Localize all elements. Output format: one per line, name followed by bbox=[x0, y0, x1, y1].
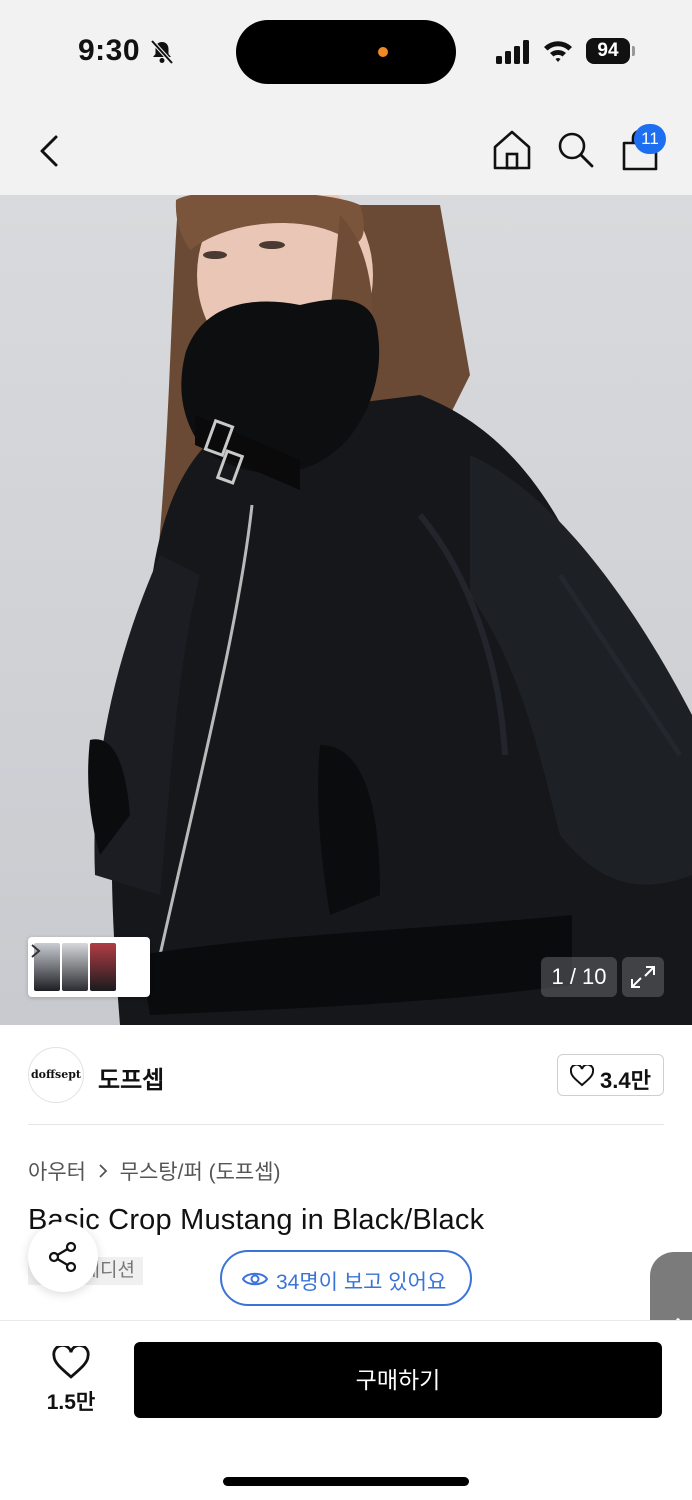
status-bar: 9:30 94 bbox=[0, 0, 692, 105]
search-icon[interactable] bbox=[553, 127, 597, 173]
chevron-right-icon[interactable] bbox=[28, 937, 44, 965]
buy-button[interactable]: 구매하기 bbox=[134, 1342, 662, 1418]
privacy-indicator bbox=[378, 47, 388, 57]
brand-name[interactable]: 도프셉 bbox=[98, 1060, 164, 1095]
product-title: Basic Crop Mustang in Black/Black bbox=[28, 1204, 485, 1236]
eye-icon bbox=[242, 1272, 268, 1286]
share-icon bbox=[48, 1241, 77, 1273]
live-viewers-text: 34명이 보고 있어요 bbox=[276, 1271, 447, 1294]
home-indicator[interactable] bbox=[223, 1477, 469, 1486]
brand-like-button[interactable]: 3.4만 bbox=[557, 1054, 664, 1096]
battery-level: 94 bbox=[586, 38, 630, 64]
wishlist-count: 1.5만 bbox=[46, 1391, 96, 1414]
bell-slash-icon bbox=[150, 39, 174, 65]
share-button[interactable] bbox=[28, 1222, 98, 1292]
home-icon[interactable] bbox=[490, 127, 534, 173]
breadcrumb: 아우터 무스탕/퍼 (도프셉) bbox=[28, 1156, 281, 1186]
product-photo bbox=[88, 195, 692, 1025]
heart-icon bbox=[570, 1065, 594, 1087]
heart-icon bbox=[52, 1346, 90, 1379]
breadcrumb-item[interactable]: 아우터 bbox=[28, 1161, 86, 1184]
live-viewers-pill: 34명이 보고 있어요 bbox=[220, 1250, 472, 1306]
thumbnail-image[interactable] bbox=[90, 943, 116, 991]
back-chevron-icon[interactable] bbox=[30, 129, 70, 173]
battery-tip bbox=[632, 46, 635, 56]
divider bbox=[28, 1124, 664, 1125]
wifi-icon bbox=[544, 41, 572, 62]
expand-button[interactable] bbox=[622, 957, 664, 997]
cart-count-badge: 11 bbox=[634, 124, 666, 154]
brand-like-count: 3.4만 bbox=[600, 1068, 651, 1093]
expand-icon bbox=[631, 966, 655, 988]
breadcrumb-item[interactable]: 무스탕/퍼 (도프셉) bbox=[120, 1161, 281, 1184]
brand-logo[interactable]: doffsept bbox=[28, 1047, 84, 1103]
thumbnail-image[interactable] bbox=[62, 943, 88, 991]
nav-bar bbox=[0, 105, 692, 195]
chevron-right-icon bbox=[99, 1164, 108, 1178]
status-time: 9:30 bbox=[78, 34, 141, 67]
dynamic-island bbox=[236, 20, 456, 84]
product-image-gallery[interactable]: 1 / 10 bbox=[0, 195, 692, 1025]
thumbnail-strip[interactable] bbox=[28, 937, 150, 997]
wishlist-button[interactable]: 1.5만 bbox=[36, 1344, 106, 1414]
signal-icon bbox=[496, 40, 529, 64]
image-counter: 1 / 10 bbox=[541, 957, 617, 997]
